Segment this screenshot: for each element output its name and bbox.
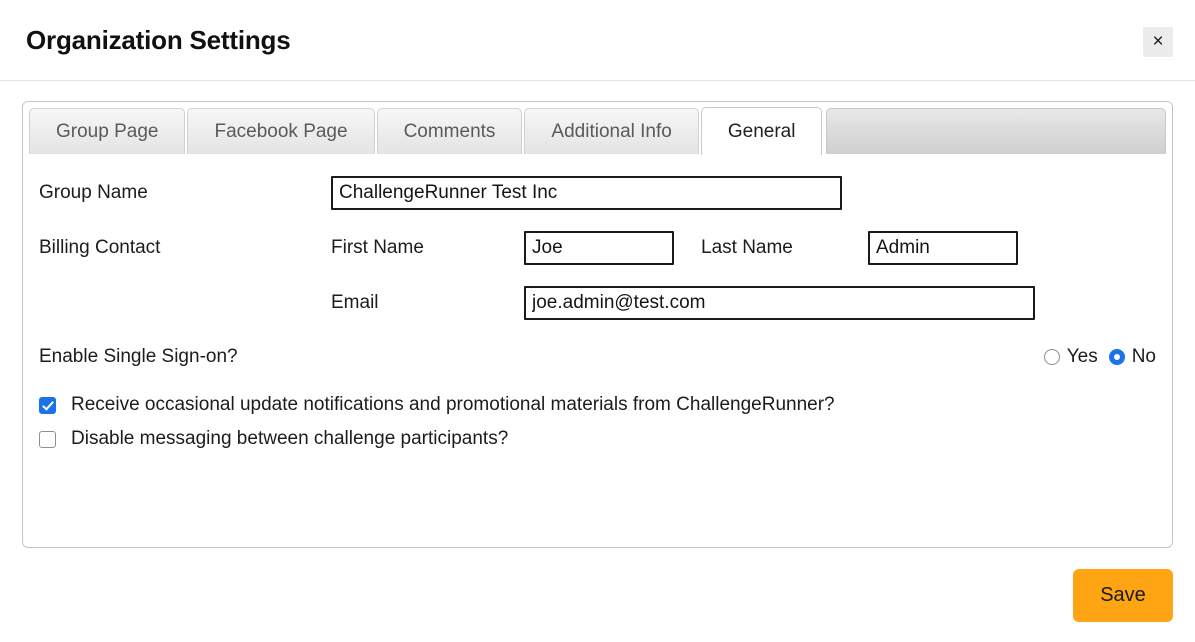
tab-strip: Group Page Facebook Page Comments Additi… [23, 102, 1172, 155]
page-title: Organization Settings [26, 24, 291, 55]
tab-additional-info[interactable]: Additional Info [524, 108, 699, 154]
close-icon[interactable]: × [1143, 27, 1173, 57]
notifications-checkbox-row: Receive occasional update notifications … [39, 394, 1156, 416]
checkbox-unchecked-icon[interactable] [39, 430, 56, 448]
dialog-header: Organization Settings × [0, 0, 1195, 81]
last-name-label: Last Name [701, 237, 793, 258]
sso-radio-yes[interactable]: Yes [1043, 346, 1098, 368]
group-name-input[interactable] [331, 176, 842, 210]
settings-panel: Group Page Facebook Page Comments Additi… [22, 101, 1173, 548]
group-name-row: Group Name [39, 176, 1156, 210]
group-name-label: Group Name [39, 182, 148, 203]
save-button[interactable]: Save [1073, 568, 1173, 622]
billing-contact-name-row: Billing Contact First Name Last Name [39, 231, 1156, 265]
email-label: Email [331, 292, 379, 313]
last-name-input[interactable] [868, 231, 1018, 265]
organization-settings-dialog: Organization Settings × Group Page Faceb… [0, 0, 1195, 642]
tab-comments[interactable]: Comments [376, 108, 523, 154]
radio-checked-icon[interactable] [1108, 349, 1125, 365]
tab-facebook-page[interactable]: Facebook Page [187, 108, 375, 154]
checkbox-checked-icon[interactable] [39, 396, 56, 414]
sso-radio-no[interactable]: No [1108, 346, 1156, 368]
sso-no-label: No [1131, 346, 1156, 367]
tab-general[interactable]: General [700, 107, 823, 155]
notifications-checkbox-label[interactable]: Receive occasional update notifications … [71, 394, 835, 416]
single-sign-on-radio-group: Yes No [1043, 346, 1156, 368]
disable-messaging-checkbox-row: Disable messaging between challenge part… [39, 428, 1156, 450]
radio-unchecked-icon[interactable] [1043, 349, 1060, 365]
first-name-label: First Name [331, 237, 424, 258]
tab-group-page[interactable]: Group Page [29, 108, 186, 154]
sso-yes-label: Yes [1066, 346, 1098, 367]
dialog-footer: Save [0, 548, 1195, 642]
email-field[interactable] [524, 286, 1035, 320]
first-name-input[interactable] [524, 231, 674, 265]
tab-strip-filler [826, 108, 1166, 154]
single-sign-on-label: Enable Single Sign-on? [39, 346, 238, 367]
billing-contact-email-row: Email [39, 286, 1156, 320]
disable-messaging-checkbox-label[interactable]: Disable messaging between challenge part… [71, 428, 508, 450]
general-tab-panel: Group Name Billing Contact First Name La… [23, 154, 1172, 450]
billing-contact-label: Billing Contact [39, 237, 161, 258]
single-sign-on-row: Enable Single Sign-on? Yes No [39, 346, 1156, 368]
dialog-body: Group Page Facebook Page Comments Additi… [0, 81, 1195, 548]
